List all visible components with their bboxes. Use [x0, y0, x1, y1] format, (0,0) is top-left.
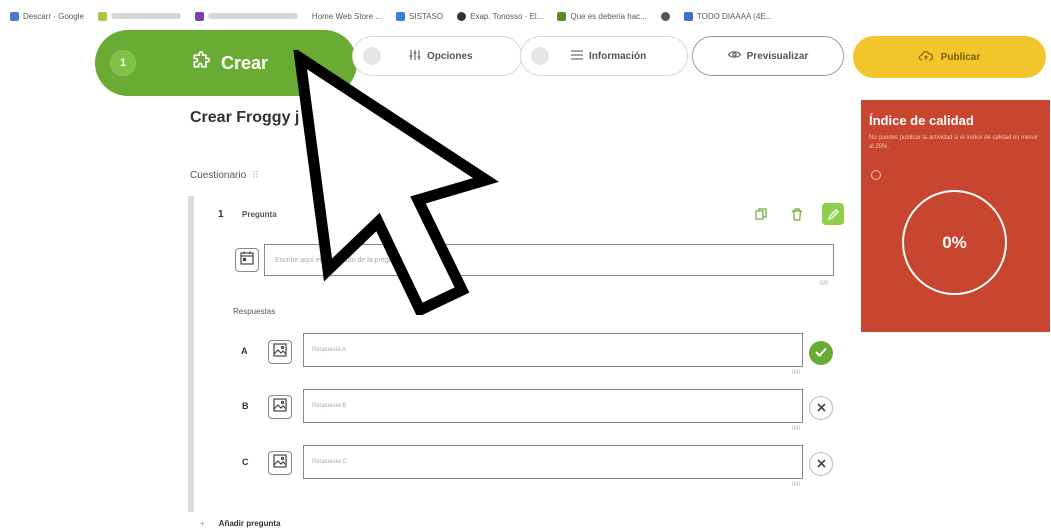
bookmark-icon	[10, 11, 19, 21]
publicar-button[interactable]: Publicar	[853, 36, 1046, 78]
previsualizar-button[interactable]: Previsualizar	[692, 36, 844, 76]
bookmark-label: Home Web Store ...	[311, 11, 383, 21]
tab-opciones[interactable]: Opciones	[352, 36, 522, 76]
bookmark-item[interactable]: Exap. Tonosso · El...	[457, 11, 544, 21]
calendar-icon	[240, 251, 254, 270]
trash-icon[interactable]	[786, 203, 808, 225]
quality-index-card: Índice de calidad No puedes publicar la …	[861, 100, 1050, 332]
info-icon[interactable]	[871, 170, 881, 180]
drag-handle-icon[interactable]: ⠿	[252, 170, 259, 181]
bookmark-label: SISTASO	[409, 11, 444, 21]
question-char-counter: 0/0	[820, 281, 829, 287]
image-icon	[273, 397, 287, 417]
bookmark-item[interactable]: Que es deberia hac...	[557, 11, 647, 21]
quality-ring: 0%	[902, 190, 1007, 295]
puzzle-icon	[191, 50, 211, 76]
sliders-icon	[409, 49, 421, 64]
step-number: 1	[111, 51, 135, 75]
bookmark-item[interactable]: Home Web Store ...	[312, 12, 382, 21]
tab-opciones-label: Opciones	[427, 50, 473, 62]
bookmark-item[interactable]: Descarr · Google	[10, 11, 84, 21]
step-crear[interactable]: 1 Crear	[95, 30, 357, 96]
bookmark-icon	[396, 11, 406, 21]
section-label: Cuestionario	[190, 170, 247, 181]
close-icon	[816, 399, 826, 417]
publicar-label: Publicar	[940, 51, 981, 63]
edit-pencil-icon[interactable]	[822, 203, 844, 225]
bookmarks-bar: Descarr · Google Home Web Store ... SIST…	[0, 0, 1051, 32]
bookmark-item[interactable]: SISTASO	[396, 11, 444, 21]
answer-char-counter: 0/0	[792, 482, 801, 488]
answer-input[interactable]: Respuesta A	[303, 333, 803, 367]
answer-letter: B	[242, 401, 249, 411]
image-icon	[273, 453, 287, 473]
bookmark-icon	[97, 11, 107, 21]
question-input[interactable]: Escribe aquí el enunciado de la pregunta	[264, 244, 834, 276]
step-circle	[531, 47, 549, 65]
bookmark-label: Exap. Tonosso · El...	[470, 11, 544, 21]
bookmark-item[interactable]	[660, 11, 670, 21]
bookmark-label: TODO DIAAAA (4E...	[696, 11, 773, 21]
bookmark-icon	[557, 11, 567, 21]
tab-informacion-label: Información	[589, 50, 647, 62]
answer-char-counter: 0/0	[792, 426, 801, 432]
bookmark-item[interactable]	[97, 11, 181, 21]
answer-input[interactable]: Respuesta B	[303, 389, 803, 423]
add-question-button[interactable]: + Añadir pregunta	[200, 519, 280, 528]
incorrect-answer-toggle[interactable]	[809, 452, 833, 476]
question-label: Pregunta	[242, 210, 277, 219]
duplicate-icon[interactable]	[750, 203, 772, 225]
list-icon	[571, 49, 583, 63]
quality-title: Índice de calidad	[869, 113, 974, 128]
add-question-label: Añadir pregunta	[218, 519, 281, 528]
cloud-upload-icon	[918, 50, 933, 64]
answer-image-button[interactable]	[268, 451, 292, 475]
answers-title: Respuestas	[233, 307, 276, 316]
answer-letter: C	[242, 457, 249, 467]
quality-description: No puedes publicar la actividad si el ín…	[869, 135, 1039, 150]
step-circle	[363, 47, 381, 65]
eye-icon	[727, 50, 741, 62]
incorrect-answer-toggle[interactable]	[809, 396, 833, 420]
question-media-button[interactable]	[235, 248, 259, 272]
bookmark-icon	[457, 11, 467, 21]
bookmark-icon	[660, 11, 670, 21]
correct-answer-toggle[interactable]	[809, 341, 833, 365]
bookmark-label: Descarr · Google	[23, 11, 84, 21]
previsualizar-label: Previsualizar	[746, 50, 809, 62]
answer-image-button[interactable]	[268, 395, 292, 419]
bookmark-icon	[683, 11, 693, 21]
tab-informacion[interactable]: Información	[520, 36, 688, 76]
check-icon	[815, 344, 827, 362]
page-title: Crear Froggy j	[190, 109, 300, 126]
quality-value: 0%	[942, 232, 967, 252]
close-icon	[816, 455, 826, 473]
step-crear-label: Crear	[221, 52, 269, 73]
bookmark-item[interactable]	[194, 11, 298, 21]
image-icon	[273, 342, 287, 362]
answer-char-counter: 0/0	[792, 370, 801, 376]
plus-icon: +	[200, 519, 205, 528]
bookmark-icon	[194, 11, 204, 21]
answer-image-button[interactable]	[268, 340, 292, 364]
bookmark-item[interactable]: TODO DIAAAA (4E...	[683, 11, 773, 21]
answer-letter: A	[241, 346, 248, 356]
question-number: 1	[218, 209, 224, 220]
answer-input[interactable]: Respuesta C	[303, 445, 803, 479]
question-actions	[750, 203, 844, 225]
section-header: Cuestionario ⠿	[190, 170, 259, 181]
bookmark-label: Que es deberia hac...	[570, 11, 647, 21]
